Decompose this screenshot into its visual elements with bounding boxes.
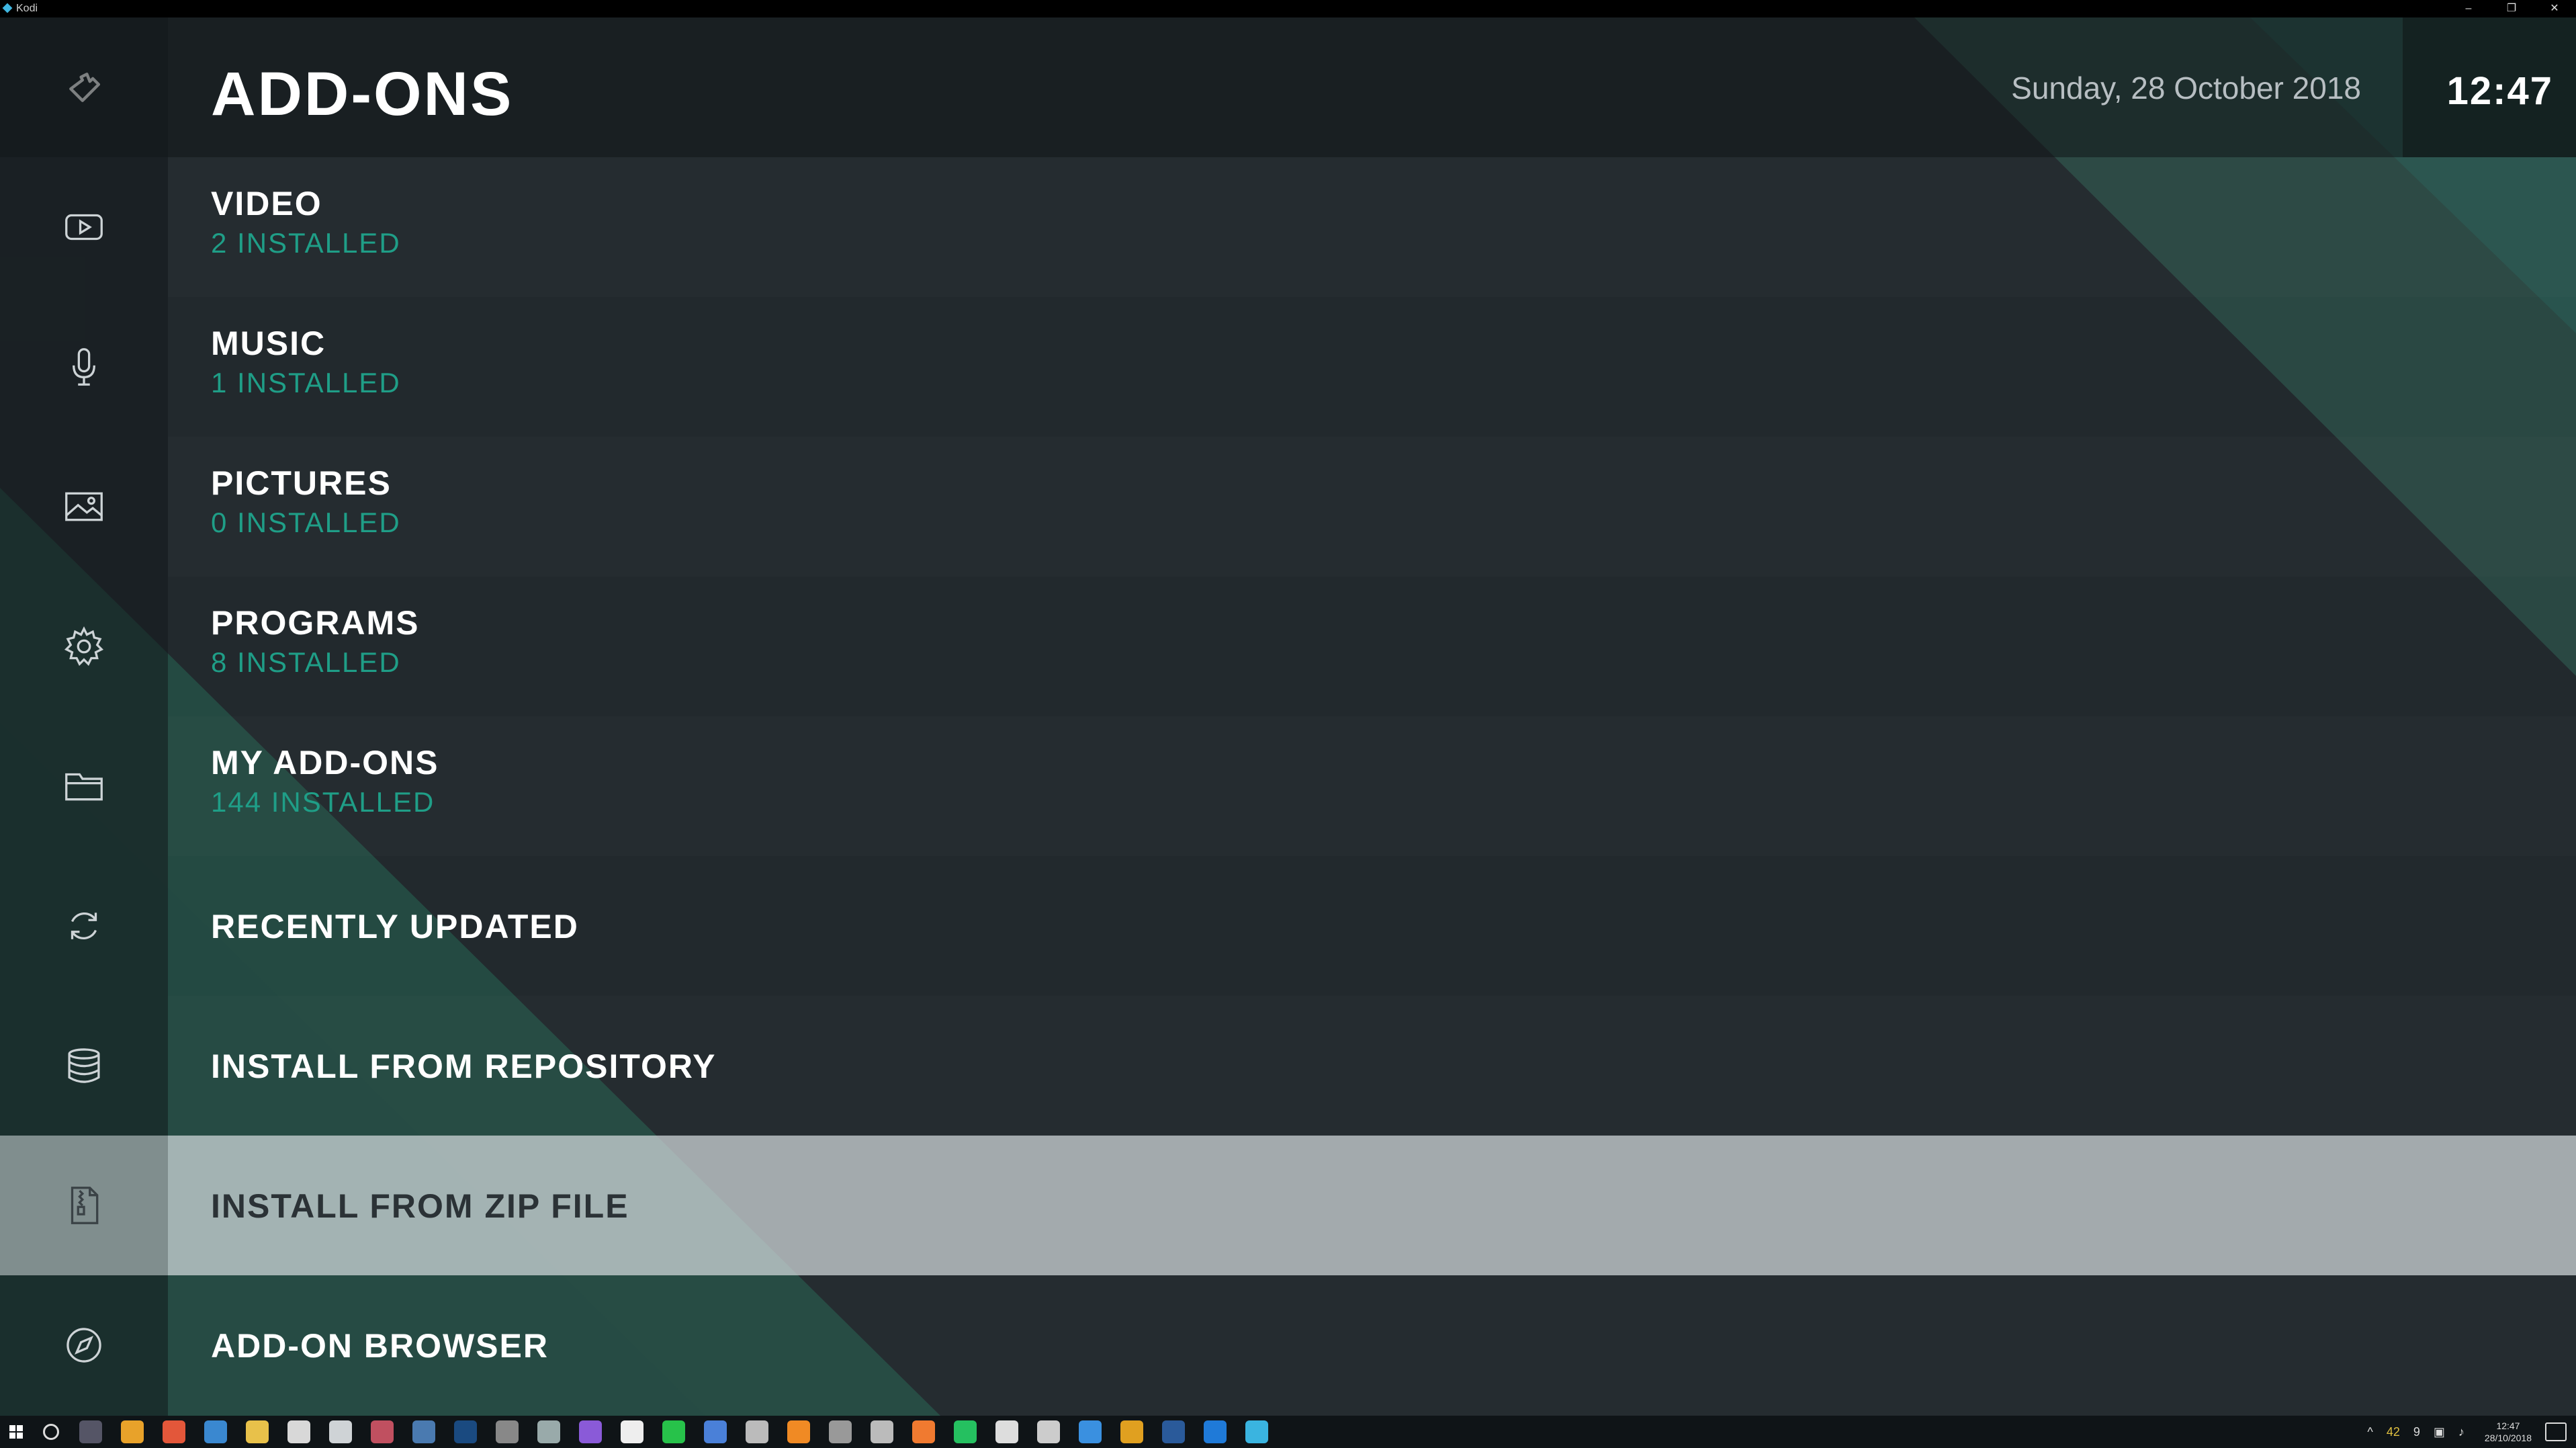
- menu-item-label: INSTALL FROM ZIP FILE: [211, 1187, 629, 1225]
- menu-item-pictures[interactable]: PICTURES 0 INSTALLED: [168, 437, 2576, 577]
- taskbar-app-icon[interactable]: [1120, 1420, 1143, 1443]
- edge-icon[interactable]: [1204, 1420, 1227, 1443]
- header-date: Sunday, 28 October 2018: [2011, 71, 2361, 105]
- chrome-icon[interactable]: [121, 1420, 144, 1443]
- menu-item-label: ADD-ON BROWSER: [211, 1327, 549, 1365]
- taskbar-app-icon[interactable]: [496, 1420, 519, 1443]
- steam-icon[interactable]: [1162, 1420, 1185, 1443]
- notifications-icon[interactable]: [2545, 1422, 2567, 1441]
- chevron-up-icon[interactable]: ^: [2367, 1425, 2372, 1439]
- network-icon[interactable]: ▣: [2434, 1425, 2445, 1439]
- tray-time: 12:47: [2496, 1420, 2520, 1431]
- menu-item-install-from-zip[interactable]: INSTALL FROM ZIP FILE: [168, 1136, 2576, 1275]
- taskbar-app-icon[interactable]: [912, 1420, 935, 1443]
- picture-icon[interactable]: [0, 437, 168, 577]
- volume-icon[interactable]: ♪: [2458, 1425, 2464, 1439]
- photoshop-icon[interactable]: [454, 1420, 477, 1443]
- whatsapp-icon[interactable]: [954, 1420, 977, 1443]
- kodi-taskbar-icon[interactable]: [1245, 1420, 1268, 1443]
- close-button[interactable]: ✕: [2533, 0, 2576, 17]
- menu-item-programs[interactable]: PROGRAMS 8 INSTALLED: [168, 577, 2576, 716]
- menu-item-label: INSTALL FROM REPOSITORY: [211, 1048, 717, 1085]
- windows-taskbar: ^ 42 9 ▣ ♪ 12:47 28/10/2018: [0, 1416, 2576, 1448]
- taskbar-app-icon[interactable]: [662, 1420, 685, 1443]
- mail-icon[interactable]: [329, 1420, 352, 1443]
- taskbar-app-icon[interactable]: [995, 1420, 1018, 1443]
- page-title: ADD-ONS: [211, 60, 514, 128]
- menu-item-label: PROGRAMS: [211, 604, 420, 642]
- menu-item-label: VIDEO: [211, 185, 322, 222]
- taskbar-app-icon[interactable]: [871, 1420, 893, 1443]
- menu-item-count: 2 INSTALLED: [211, 227, 401, 259]
- kodi-logo-icon: [2, 3, 13, 13]
- header: ADD-ONS Sunday, 28 October 2018 12:47: [0, 17, 2576, 157]
- compass-icon[interactable]: [0, 1275, 168, 1415]
- tray-clock[interactable]: 12:47 28/10/2018: [2485, 1420, 2532, 1444]
- menu-item-count: 0 INSTALLED: [211, 507, 401, 538]
- steam-icon[interactable]: [412, 1420, 435, 1443]
- taskbar-app-icon[interactable]: [746, 1420, 768, 1443]
- taskbar-app-icon[interactable]: [704, 1420, 727, 1443]
- menu-item-label: PICTURES: [211, 464, 392, 502]
- menu-item-count: 8 INSTALLED: [211, 646, 401, 678]
- restore-button[interactable]: ❐: [2490, 0, 2533, 17]
- tray-count[interactable]: 9: [2413, 1425, 2420, 1439]
- clock-panel: 12:47: [2403, 17, 2576, 157]
- database-icon[interactable]: [0, 996, 168, 1136]
- menu-item-label: MY ADD-ONS: [211, 744, 439, 781]
- window-title-bar: Kodi – ❐ ✕: [0, 0, 2576, 17]
- menu-item-addon-browser[interactable]: ADD-ON BROWSER: [168, 1275, 2576, 1415]
- sidebar: [0, 17, 168, 1416]
- start-button[interactable]: [0, 1416, 32, 1448]
- menu-item-my-addons[interactable]: MY ADD-ONS 144 INSTALLED: [168, 716, 2576, 856]
- taskbar-app-icon[interactable]: [537, 1420, 560, 1443]
- menu-item-install-from-repository[interactable]: INSTALL FROM REPOSITORY: [168, 996, 2576, 1136]
- taskbar-app-icon[interactable]: [787, 1420, 810, 1443]
- system-tray: ^ 42 9 ▣ ♪ 12:47 28/10/2018: [2360, 1416, 2576, 1448]
- menu-item-label: MUSIC: [211, 325, 326, 362]
- gear-icon[interactable]: [0, 577, 168, 716]
- folder-icon[interactable]: [0, 716, 168, 856]
- menu-item-count: 1 INSTALLED: [211, 367, 401, 398]
- window-title: Kodi: [16, 3, 38, 14]
- minimize-button[interactable]: –: [2447, 0, 2490, 17]
- file-explorer-icon[interactable]: [246, 1420, 269, 1443]
- task-view-icon[interactable]: [79, 1420, 102, 1443]
- menu-item-music[interactable]: MUSIC 1 INSTALLED: [168, 297, 2576, 437]
- taskbar-app-icon[interactable]: [579, 1420, 602, 1443]
- refresh-icon[interactable]: [0, 856, 168, 996]
- menu-item-label: RECENTLY UPDATED: [211, 908, 579, 945]
- video-icon[interactable]: [0, 157, 168, 297]
- taskbar-app-icon[interactable]: [371, 1420, 394, 1443]
- taskbar-app-icon[interactable]: [163, 1420, 185, 1443]
- header-clock: 12:47: [2446, 69, 2553, 113]
- taskbar-app-icon[interactable]: [621, 1420, 643, 1443]
- cortana-search-icon[interactable]: [43, 1424, 59, 1440]
- taskbar-app-icon[interactable]: [204, 1420, 227, 1443]
- windows-icon: [9, 1425, 23, 1439]
- menu-item-recently-updated[interactable]: RECENTLY UPDATED: [168, 856, 2576, 996]
- menu-item-video[interactable]: VIDEO 2 INSTALLED: [168, 157, 2576, 297]
- taskbar-app-icon[interactable]: [1037, 1420, 1060, 1443]
- store-icon[interactable]: [287, 1420, 310, 1443]
- zip-file-icon[interactable]: [0, 1136, 168, 1275]
- menu-item-count: 144 INSTALLED: [211, 786, 435, 818]
- tray-temp[interactable]: 42: [2387, 1425, 2400, 1439]
- taskbar-app-icon[interactable]: [829, 1420, 852, 1443]
- taskbar-app-icon[interactable]: [1079, 1420, 1102, 1443]
- kodi-addons-screen: ADD-ONS Sunday, 28 October 2018 12:47 VI…: [0, 17, 2576, 1416]
- microphone-icon[interactable]: [0, 297, 168, 437]
- tray-date: 28/10/2018: [2484, 1433, 2532, 1443]
